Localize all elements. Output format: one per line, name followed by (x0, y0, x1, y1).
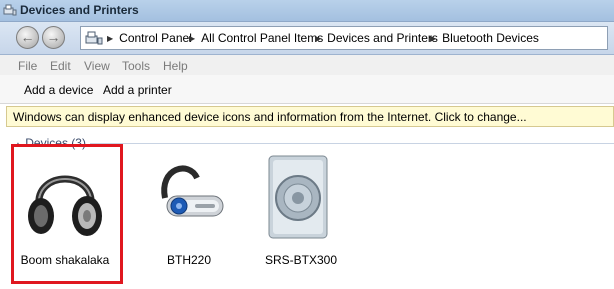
command-bar: Add a device Add a printer (0, 75, 614, 104)
menu-view[interactable]: View (84, 59, 110, 73)
device-item[interactable]: BTH220 (134, 148, 244, 276)
back-arrow-icon: ← (20, 29, 35, 45)
navigation-bar: ← → ▶ Control Panel ▶ All Control Panel It… (0, 22, 614, 55)
menu-edit[interactable]: Edit (50, 59, 71, 73)
add-device-button[interactable]: Add a device (24, 83, 93, 97)
speaker-icon (268, 155, 328, 239)
device-item[interactable]: SRS-BTX300 (246, 148, 356, 276)
info-bar[interactable]: Windows can display enhanced device icon… (6, 106, 614, 127)
chevron-right-icon: ▶ (107, 34, 114, 43)
back-button[interactable]: ← (16, 26, 39, 49)
add-printer-button[interactable]: Add a printer (103, 83, 172, 97)
menu-bar: File Edit View Tools Help (0, 55, 614, 75)
menu-tools[interactable]: Tools (122, 59, 150, 73)
menu-file[interactable]: File (18, 59, 37, 73)
chevron-right-icon: ▶ (430, 34, 437, 43)
chevron-right-icon: ▶ (315, 34, 322, 43)
device-name: BTH220 (166, 253, 212, 267)
breadcrumb-control-panel[interactable]: ▶ Control Panel (107, 31, 192, 45)
chevron-right-icon: ▶ (189, 34, 196, 43)
title-bar: Devices and Printers (0, 0, 614, 22)
breadcrumb-all-items[interactable]: ▶ All Control Panel Items (189, 31, 323, 45)
info-bar-text: Windows can display enhanced device icon… (13, 110, 527, 124)
group-divider (90, 143, 614, 144)
address-bar[interactable]: ▶ Control Panel ▶ All Control Panel Items … (80, 26, 608, 50)
forward-button[interactable]: → (42, 26, 65, 49)
window-title: Devices and Printers (20, 3, 139, 17)
menu-help[interactable]: Help (163, 59, 188, 73)
devices-printers-icon (85, 31, 103, 45)
device-name: SRS-BTX300 (264, 253, 338, 267)
breadcrumb-devices-printers[interactable]: ▶ Devices and Printers (315, 31, 438, 45)
breadcrumb-bluetooth-devices[interactable]: ▶ Bluetooth Devices (430, 31, 539, 45)
selection-highlight (11, 144, 123, 284)
devices-printers-icon (3, 4, 17, 16)
bluetooth-headset-icon (161, 165, 224, 217)
forward-arrow-icon: → (46, 29, 61, 45)
